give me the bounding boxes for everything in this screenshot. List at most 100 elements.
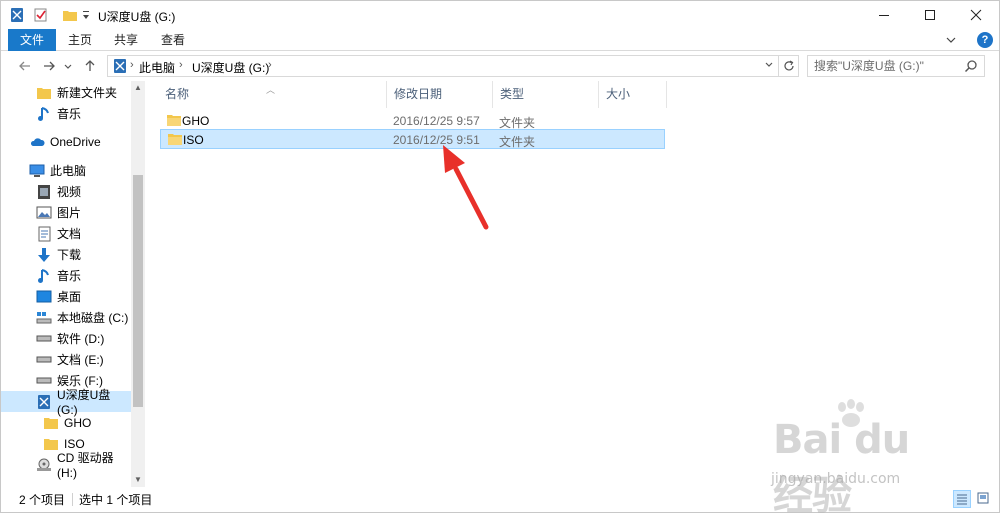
- minimize-button[interactable]: [861, 1, 907, 29]
- sidebar-item-label: 此电脑: [50, 164, 87, 178]
- sidebar-item-label: 桌面: [57, 290, 82, 304]
- drive-icon: [36, 373, 52, 389]
- folder-icon: [36, 85, 52, 101]
- recent-locations-icon[interactable]: [62, 56, 74, 76]
- file-date: 2016/12/25 9:57: [393, 114, 480, 128]
- navigation-bar: › 此电脑 › U深度U盘 (G:) ›: [1, 52, 999, 80]
- ribbon-tabs: 文件 主页 共享 查看 ?: [1, 29, 999, 51]
- breadcrumb-separator[interactable]: ›: [179, 59, 183, 71]
- sidebar-item-drive-e[interactable]: 文档 (E:): [1, 349, 131, 370]
- tab-home[interactable]: 主页: [59, 29, 101, 51]
- search-input[interactable]: [814, 58, 962, 74]
- column-divider[interactable]: [666, 81, 667, 108]
- sidebar-item-pictures[interactable]: 图片: [1, 202, 131, 223]
- sidebar-item-label: 视频: [57, 185, 82, 199]
- sidebar-item-drive-c[interactable]: 本地磁盘 (C:): [1, 307, 131, 328]
- sidebar-item-label: 新建文件夹: [57, 86, 118, 100]
- refresh-button[interactable]: [778, 55, 799, 77]
- folder-icon: [166, 113, 182, 127]
- file-name: GHO: [182, 114, 210, 128]
- annotation-arrow: [443, 145, 489, 230]
- tab-file[interactable]: 文件: [8, 29, 56, 51]
- sidebar-item-drive-h[interactable]: CD 驱动器 (H:): [1, 451, 131, 480]
- breadcrumb-this-pc[interactable]: 此电脑: [139, 59, 175, 76]
- music-icon: [36, 268, 52, 284]
- usb-drive-icon: [36, 394, 52, 410]
- back-button[interactable]: [15, 56, 35, 76]
- customize-toolbar-icon[interactable]: [81, 6, 91, 24]
- address-dropdown-icon[interactable]: [764, 59, 774, 72]
- window-title: U深度U盘 (G:): [98, 10, 176, 24]
- sidebar-item-documents[interactable]: 文档: [1, 223, 131, 244]
- usb-drive-icon: [9, 6, 25, 24]
- breadcrumb-separator[interactable]: ›: [268, 59, 272, 71]
- watermark: Bai du 经验 jingyan.baidu.com: [761, 399, 961, 513]
- sidebar-item-label: 文档 (E:): [57, 353, 104, 367]
- picture-icon: [36, 205, 52, 221]
- music-icon: [36, 106, 52, 122]
- sidebar-item-label: 下载: [57, 248, 82, 262]
- selection-count: 选中 1 个项目: [79, 493, 153, 507]
- drive-icon: [36, 352, 52, 368]
- file-name: ISO: [183, 133, 204, 147]
- new-folder-icon[interactable]: [62, 6, 78, 24]
- column-header-type[interactable]: 类型: [492, 81, 598, 108]
- column-header-date[interactable]: 修改日期: [386, 81, 492, 108]
- sidebar-item-label: 音乐: [57, 269, 82, 283]
- table-row[interactable]: GHO 2016/12/25 9:57 文件夹: [160, 111, 665, 131]
- item-count: 2 个项目: [19, 493, 66, 507]
- scroll-up-icon[interactable]: ▲: [131, 81, 145, 95]
- forward-button[interactable]: [39, 56, 59, 76]
- sidebar-item-label: 图片: [57, 206, 82, 220]
- column-header-size[interactable]: 大小: [598, 81, 666, 108]
- sidebar-item-label: GHO: [64, 415, 92, 430]
- tab-share[interactable]: 共享: [105, 29, 147, 51]
- sidebar-item-new-folder[interactable]: 新建文件夹: [1, 82, 131, 103]
- sidebar-item-videos[interactable]: 视频: [1, 181, 131, 202]
- sidebar-item-desktop[interactable]: 桌面: [1, 286, 131, 307]
- status-divider: [72, 493, 73, 506]
- scroll-down-icon[interactable]: ▼: [131, 473, 145, 487]
- sidebar-item-label: 软件 (D:): [57, 332, 105, 346]
- sidebar-item-drive-g[interactable]: U深度U盘 (G:): [1, 388, 131, 417]
- column-header-name[interactable]: 名称: [157, 81, 386, 108]
- search-box[interactable]: [807, 55, 985, 77]
- tab-view[interactable]: 查看: [152, 29, 194, 51]
- sidebar-scrollbar-thumb[interactable]: [133, 175, 143, 407]
- breadcrumb-current-drive[interactable]: U深度U盘 (G:): [192, 59, 269, 76]
- sidebar-item-onedrive[interactable]: OneDrive: [1, 131, 131, 152]
- cd-drive-icon: [36, 457, 52, 473]
- file-type: 文件夹: [499, 135, 536, 149]
- address-bar[interactable]: › 此电脑 › U深度U盘 (G:) ›: [107, 55, 779, 77]
- breadcrumb-separator[interactable]: ›: [130, 59, 134, 71]
- explorer-window: U深度U盘 (G:) 文件 主页 共享 查看 ? › 此电脑 › U深度U盘 (…: [0, 0, 1000, 513]
- sidebar-item-music[interactable]: 音乐: [1, 103, 131, 124]
- table-row[interactable]: ISO 2016/12/25 9:51 文件夹: [160, 129, 665, 149]
- cloud-icon: [29, 134, 45, 150]
- system-drive-icon: [36, 310, 52, 326]
- folder-icon: [43, 415, 59, 431]
- navigation-pane: 新建文件夹 音乐 OneDrive 此电脑 视频 图片 文档 下载 音乐 桌面 …: [1, 81, 145, 487]
- chevron-down-icon[interactable]: [943, 32, 959, 48]
- up-button[interactable]: [80, 56, 100, 76]
- usb-drive-icon: [112, 58, 128, 74]
- desktop-icon: [36, 289, 52, 305]
- sidebar-item-gho[interactable]: GHO: [1, 412, 131, 433]
- large-icons-view-icon[interactable]: [975, 490, 993, 508]
- computer-icon: [29, 163, 45, 179]
- properties-icon[interactable]: [33, 6, 49, 24]
- sidebar-item-label: 文档: [57, 227, 82, 241]
- search-icon[interactable]: [964, 59, 978, 73]
- help-icon[interactable]: ?: [977, 32, 993, 48]
- sidebar-item-label: OneDrive: [50, 134, 101, 149]
- download-icon: [36, 247, 52, 263]
- sidebar-item-downloads[interactable]: 下载: [1, 244, 131, 265]
- sidebar-item-drive-d[interactable]: 软件 (D:): [1, 328, 131, 349]
- drive-icon: [36, 331, 52, 347]
- sidebar-item-this-pc[interactable]: 此电脑: [1, 160, 131, 181]
- sidebar-item-music[interactable]: 音乐: [1, 265, 131, 286]
- maximize-button[interactable]: [907, 1, 953, 29]
- close-button[interactable]: [953, 1, 999, 29]
- sidebar-item-label: 音乐: [57, 107, 82, 121]
- sidebar-item-label: CD 驱动器 (H:): [57, 451, 114, 480]
